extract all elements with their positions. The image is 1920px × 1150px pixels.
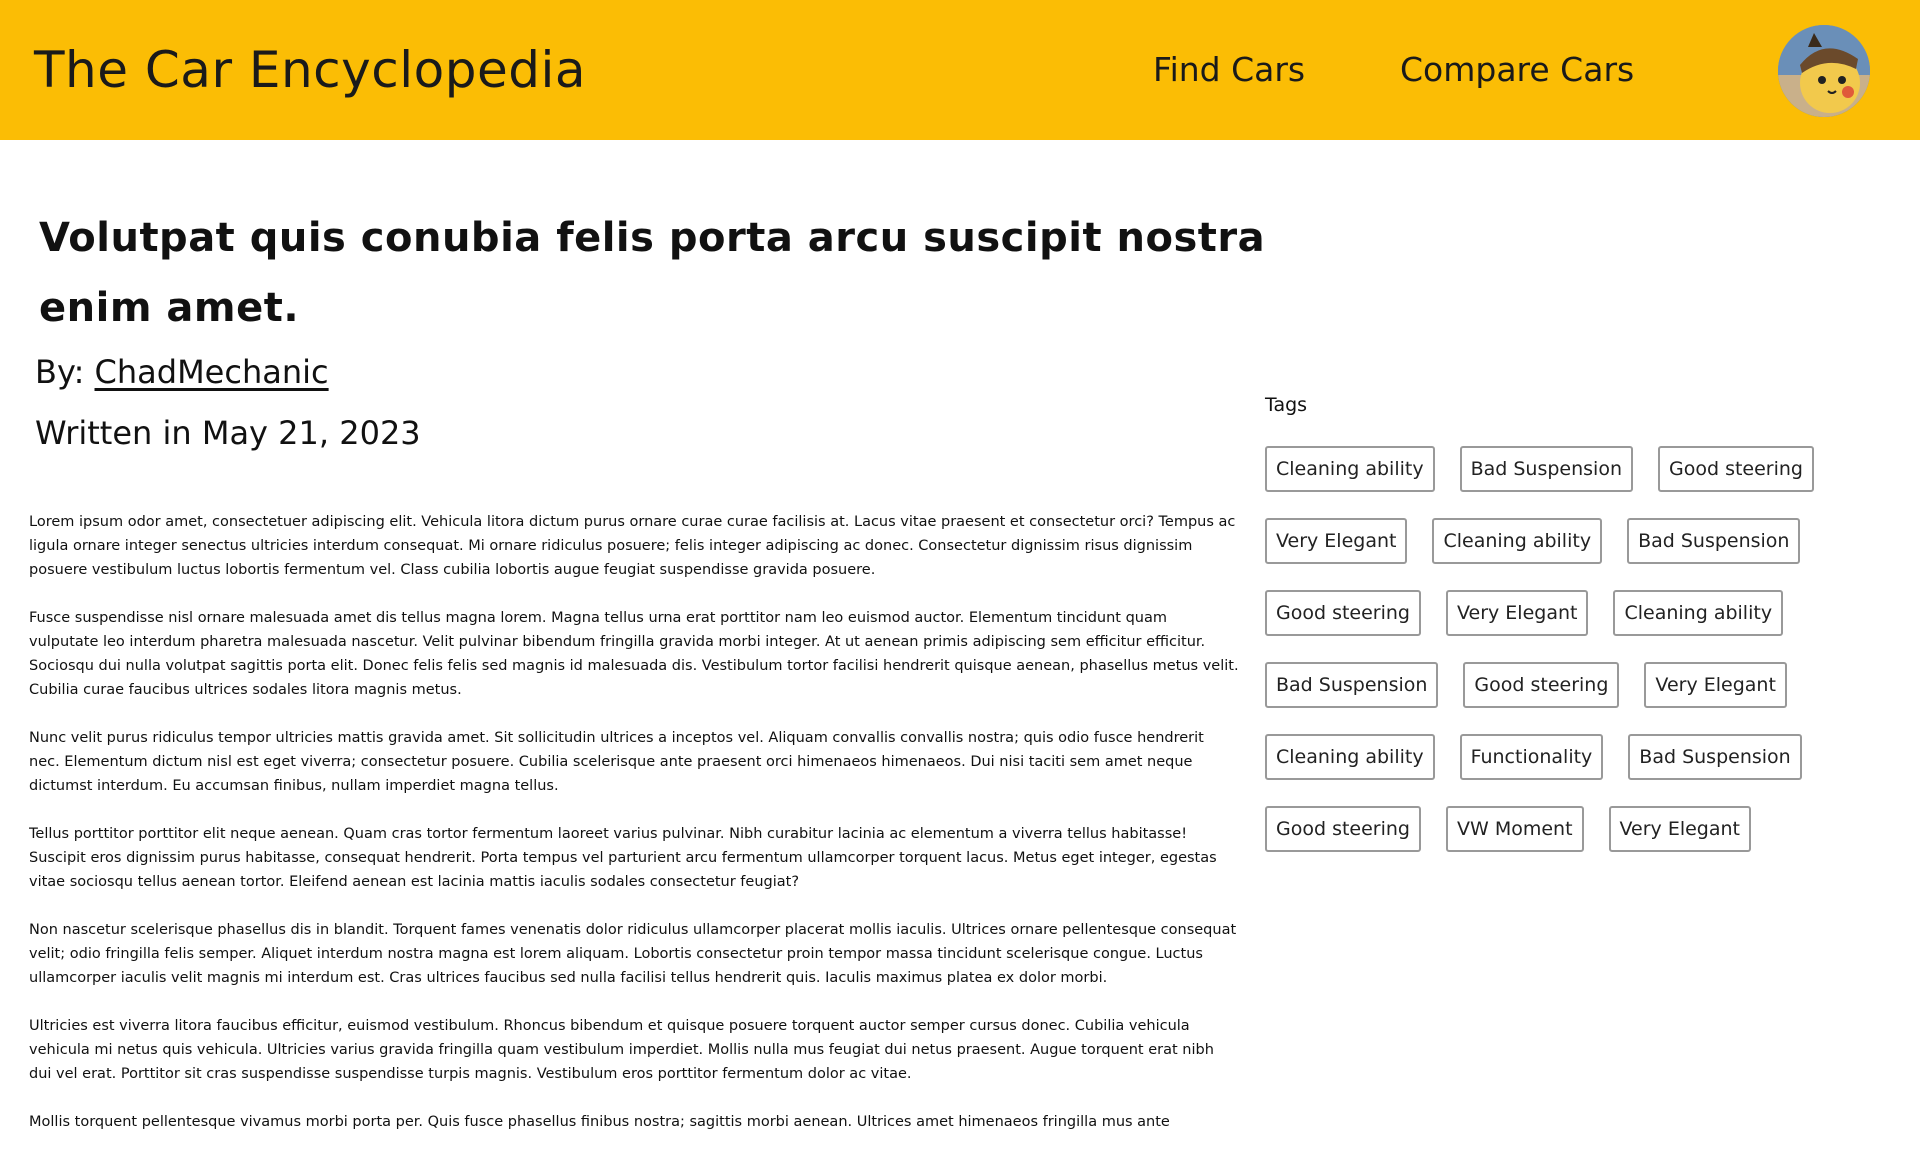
tag-chip[interactable]: Very Elegant [1608, 806, 1752, 852]
tag-chip[interactable]: Functionality [1459, 734, 1604, 780]
nav-find-cars-link[interactable]: Find Cars [1153, 47, 1305, 93]
tag-chip[interactable]: Bad Suspension [1628, 734, 1802, 780]
tag-chip[interactable]: VW Moment [1446, 806, 1584, 852]
article-paragraph: Mollis torquent pellentesque vivamus mor… [29, 1114, 1170, 1130]
top-navigation-bar: The Car Encyclopedia Find Cars Compare C… [0, 0, 1920, 140]
tag-chip[interactable]: Cleaning ability [1265, 446, 1435, 492]
tag-chip[interactable]: Cleaning ability [1265, 734, 1435, 780]
tag-chip[interactable]: Very Elegant [1446, 590, 1589, 636]
tag-chip[interactable]: Cleaning ability [1613, 590, 1784, 636]
article-paragraph: Tellus porttitor porttitor elit neque ae… [29, 826, 1217, 890]
publish-date: Written in May 21, 2023 [35, 414, 421, 452]
tag-chip[interactable]: Bad Suspension [1265, 662, 1439, 708]
tag-chip[interactable]: Cleaning ability [1432, 518, 1603, 564]
article-paragraph: Fusce suspendisse nisl ornare malesuada … [29, 610, 1239, 698]
tag-chip[interactable]: Good steering [1265, 590, 1421, 636]
tag-chip[interactable]: Good steering [1463, 662, 1620, 708]
avatar-picture [1778, 25, 1870, 117]
nav-compare-cars-link[interactable]: Compare Cars [1400, 47, 1634, 93]
user-avatar-icon[interactable] [1778, 25, 1870, 117]
site-title[interactable]: The Car Encyclopedia [34, 40, 586, 100]
article-paragraph: Nunc velit purus ridiculus tempor ultric… [29, 730, 1204, 794]
article-paragraph: Ultricies est viverra litora faucibus ef… [29, 1018, 1214, 1082]
tag-chip[interactable]: Very Elegant [1644, 662, 1787, 708]
tags-heading: Tags [1265, 394, 1308, 416]
article-paragraph: Non nascetur scelerisque phasellus dis i… [29, 922, 1237, 986]
byline-prefix: By: [35, 353, 95, 391]
tag-list: Cleaning ability Bad Suspension Good ste… [1265, 446, 1865, 852]
author-link[interactable]: ChadMechanic [95, 353, 329, 391]
article-title: Volutpat quis conubia felis porta arcu s… [39, 215, 1266, 331]
byline: By: ChadMechanic [35, 350, 329, 394]
tag-chip[interactable]: Very Elegant [1265, 518, 1408, 564]
tag-chip[interactable]: Good steering [1265, 806, 1421, 852]
tag-chip[interactable]: Bad Suspension [1627, 518, 1801, 564]
article-paragraph: Lorem ipsum odor amet, consectetuer adip… [29, 514, 1236, 578]
article-body: Lorem ipsum odor amet, consectetuer adip… [29, 510, 1239, 1150]
tag-chip[interactable]: Good steering [1658, 446, 1814, 492]
tag-chip[interactable]: Bad Suspension [1459, 446, 1633, 492]
